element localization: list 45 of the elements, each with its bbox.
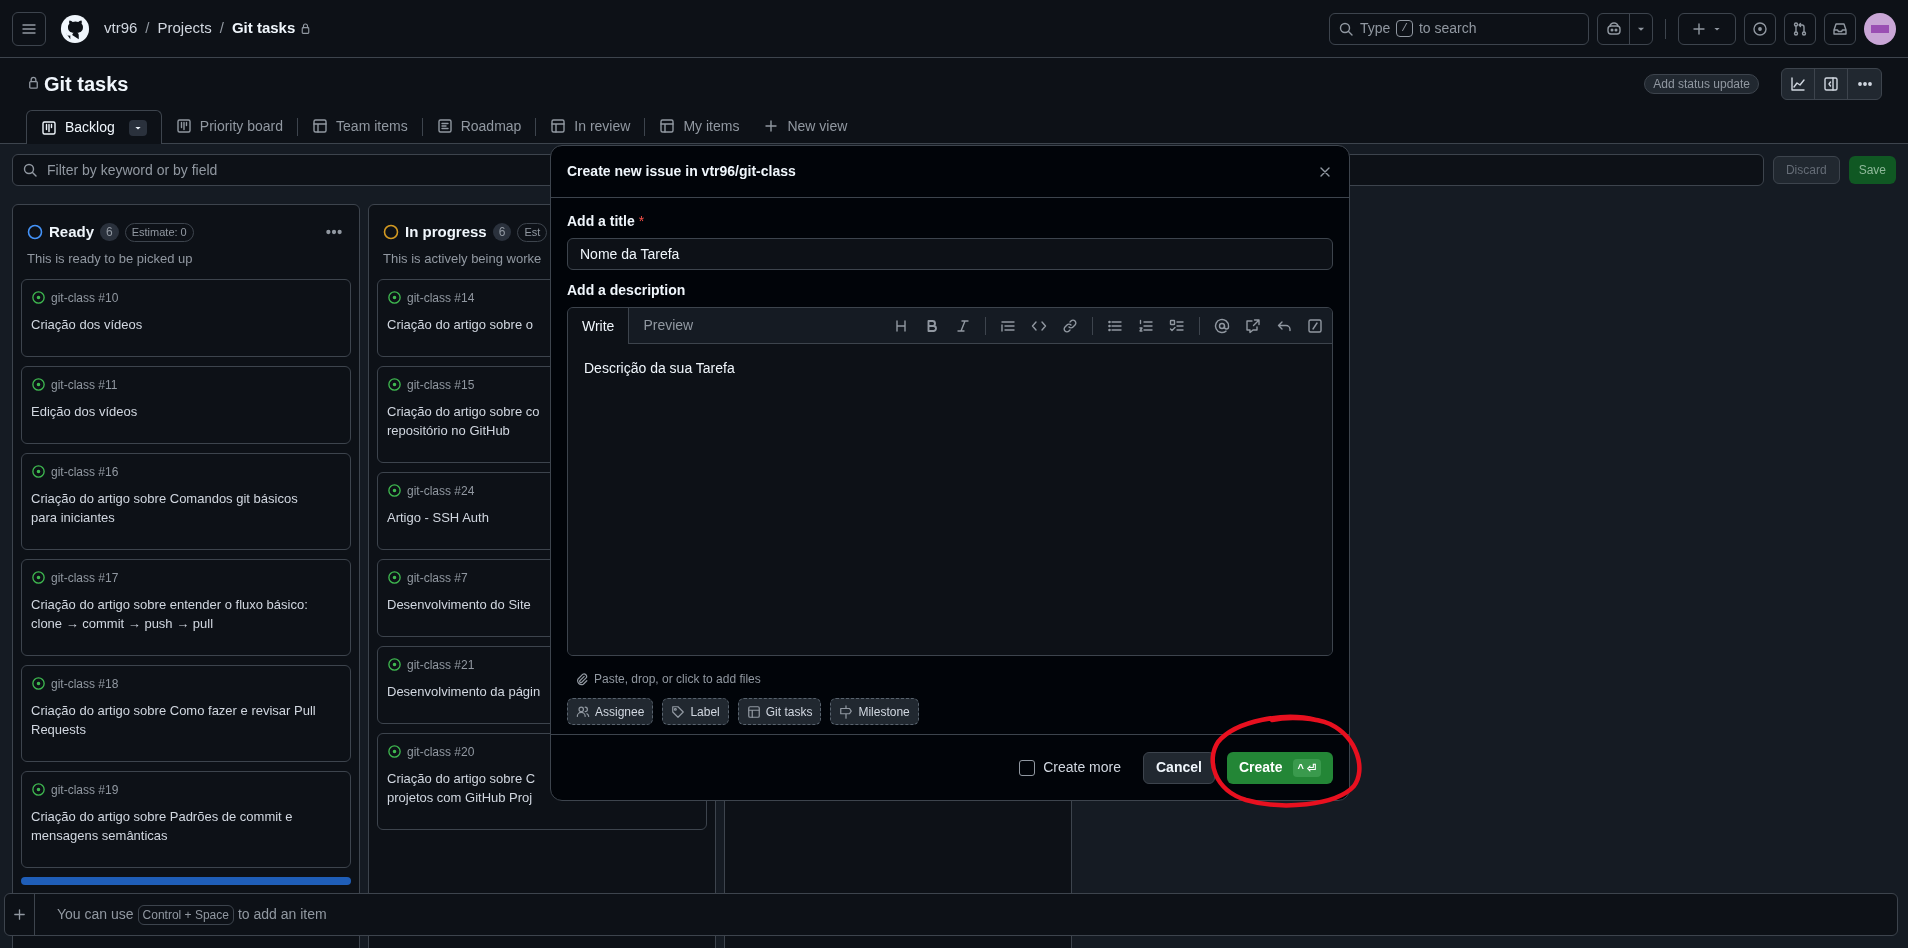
checkbox-label: Create more	[1043, 758, 1121, 777]
shortcut-key: ^ ⏎	[1292, 758, 1321, 777]
column-description: This is ready to be picked up	[27, 250, 193, 268]
issue-reference: git-class #24	[407, 482, 475, 500]
issue-reference: git-class #16	[51, 463, 119, 481]
issue-reference: git-class #20	[407, 743, 475, 761]
issue-reference: git-class #14	[407, 289, 475, 307]
issue-title: Desenvolvimento do Site	[387, 595, 531, 614]
breadcrumb-separator: /	[219, 18, 224, 39]
issue-title: Criação do artigo sobre o	[387, 315, 533, 334]
search-placeholder: Type	[1360, 19, 1391, 38]
issue-reference: git-class #15	[407, 376, 475, 394]
issue-reference: git-class #19	[51, 781, 119, 799]
issue-reference: git-class #11	[51, 376, 118, 394]
shortcut-key: Control + Space	[137, 904, 234, 925]
issue-title: Criação do artigo sobre Padrões de commit e mensagens semânticas	[31, 807, 293, 845]
issue-title: Criação do artigo sobre C projetos com GitHub Proj	[387, 769, 536, 807]
issue-title: Criação do artigo sobre Como fazer e revisar Pull Requests	[31, 701, 316, 739]
issue-title: Criação do artigo sobre co repositório no GitHub	[387, 402, 540, 440]
breadcrumb-separator: /	[145, 18, 150, 39]
issue-title: Artigo - SSH Auth	[387, 508, 489, 527]
field-label: Add a description	[567, 281, 687, 300]
column-description: This is actively being worke	[383, 250, 542, 268]
search-placeholder: to search	[1418, 19, 1477, 38]
issue-reference: git-class #21	[407, 656, 475, 674]
shortcut-key: /	[1396, 20, 1413, 37]
issue-reference: git-class #17	[51, 569, 119, 587]
issue-title: Edição dos vídeos	[31, 402, 138, 421]
project-title: Git tasks	[44, 72, 129, 97]
issue-title: Desenvolvimento da págin	[387, 682, 541, 701]
column-title: In progress	[405, 221, 487, 242]
hint-text: to add an item	[237, 905, 327, 924]
issue-title: Criação do artigo sobre entender o fluxo básico: clone → commit → push → pull	[31, 595, 308, 633]
issue-reference: git-class #10	[51, 289, 119, 307]
issue-title: Criação dos vídeos	[31, 315, 143, 334]
issue-reference: git-class #7	[407, 569, 468, 587]
issue-title: Criação do artigo sobre Comandos git básicos para iniciantes	[31, 489, 298, 527]
hint-text: You can use	[57, 905, 134, 924]
issue-reference: git-class #18	[51, 675, 119, 693]
dialog-title: Create new issue in vtr96/git-class	[567, 162, 796, 181]
column-title: Ready	[49, 221, 95, 242]
field-label: Add a title	[567, 212, 635, 231]
required-mark: *	[638, 212, 645, 231]
item-count: 6	[492, 223, 512, 241]
item-count: 6	[100, 223, 119, 241]
